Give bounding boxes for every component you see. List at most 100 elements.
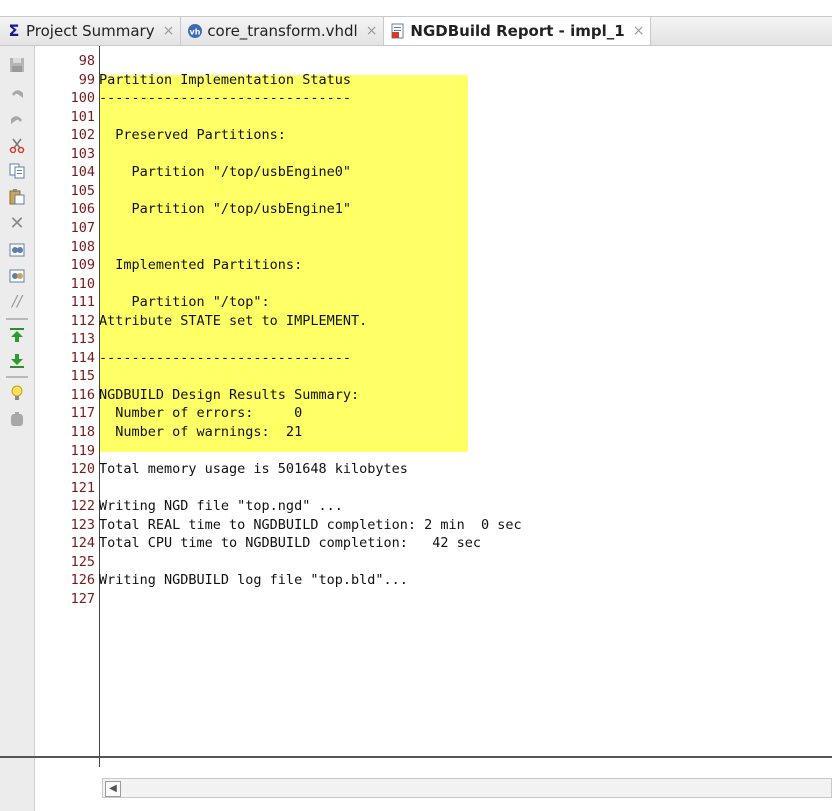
line-number: 106 (70, 201, 95, 218)
code-line: 112 Attribute STATE set to IMPLEMENT. (35, 311, 368, 329)
report-editor[interactable]: 98 99 Partition Implementation Status 100 --… (35, 46, 832, 811)
code-line: 113 (35, 329, 99, 347)
close-icon[interactable]: × (633, 23, 645, 39)
line-number: 124 (70, 535, 95, 552)
code-line: 122 Writing NGD file "top.ngd" ... (35, 496, 343, 514)
line-number: 116 (70, 386, 95, 403)
code-line: 100 ------------------------------- (35, 88, 351, 106)
line-text: Attribute STATE set to IMPLEMENT. (99, 312, 368, 329)
line-text: Writing NGDBUILD log file "top.bld"... (99, 572, 408, 589)
go-bottom-icon[interactable] (8, 352, 26, 370)
sigma-icon: Σ (8, 21, 20, 40)
paste-icon[interactable] (8, 188, 26, 206)
tab-label: Project Summary (26, 22, 155, 40)
line-number: 103 (70, 145, 95, 162)
code-line: 102 Preserved Partitions: (35, 125, 286, 143)
code-line: 118 Number of warnings: 21 (35, 422, 303, 440)
go-top-icon[interactable] (8, 326, 26, 344)
tab-core-transform[interactable]: vh core_transform.vhdl × (181, 17, 385, 45)
line-text: Preserved Partitions: (99, 127, 286, 144)
line-text: Number of errors: 0 (99, 405, 303, 422)
delete-icon[interactable]: ✕ (8, 213, 26, 234)
code-line: 98 (35, 51, 99, 69)
code-line: 119 (35, 441, 99, 459)
line-text: ------------------------------- (99, 349, 351, 366)
line-number: 125 (70, 553, 95, 570)
hint-icon[interactable] (8, 384, 26, 402)
line-number: 109 (70, 257, 95, 274)
line-text: Total CPU time to NGDBUILD completion: 4… (99, 535, 482, 552)
line-number: 115 (70, 368, 95, 385)
code-line: 116 NGDBUILD Design Results Summary: (35, 385, 359, 403)
line-number: 127 (70, 590, 95, 607)
line-number: 108 (70, 238, 95, 255)
undo-icon[interactable] (8, 84, 26, 102)
settings-icon[interactable] (8, 410, 26, 428)
tab-label: NGDBuild Report - impl_1 (410, 22, 625, 40)
line-number: 111 (70, 294, 95, 311)
code-line: 107 (35, 218, 99, 236)
editor-bottom-border (0, 756, 832, 758)
line-number: 98 (78, 53, 95, 69)
code-line: 120 Total memory usage is 501648 kilobyte… (35, 459, 408, 477)
editor-tab-bar: Σ Project Summary × vh core_transform.vh… (0, 0, 832, 46)
comment-icon[interactable]: // (8, 292, 26, 310)
line-number: 121 (70, 479, 95, 496)
scroll-left-icon[interactable]: ◀ (105, 781, 121, 797)
toolbar-separator (6, 376, 28, 378)
line-text: Partition Implementation Status (99, 71, 351, 88)
editor-toolbar: ✕ // (0, 46, 35, 811)
line-text: Total memory usage is 501648 kilobytes (99, 461, 408, 478)
code-line: 103 (35, 144, 99, 162)
line-number: 105 (70, 182, 95, 199)
tab-label: core_transform.vhdl (207, 22, 358, 40)
horizontal-scrollbar[interactable]: ◀ (102, 778, 832, 798)
line-number: 113 (70, 331, 95, 348)
code-line: 117 Number of errors: 0 (35, 403, 303, 422)
line-text: Implemented Partitions: (99, 257, 303, 274)
code-line: 104 Partition "/top/usbEngine0" (35, 162, 351, 180)
code-line: 121 (35, 478, 99, 496)
tab-ngdbuild-report[interactable]: NGDBuild Report - impl_1 × (384, 17, 652, 45)
close-icon[interactable]: × (163, 23, 175, 39)
line-number: 102 (70, 127, 95, 144)
line-number: 112 (70, 312, 95, 329)
tab-project-summary[interactable]: Σ Project Summary × (0, 17, 182, 45)
save-icon[interactable] (8, 56, 26, 74)
copy-icon[interactable] (8, 162, 26, 180)
line-number: 110 (70, 275, 95, 292)
line-number: 123 (70, 516, 95, 533)
line-text: Partition "/top": (99, 294, 270, 311)
line-number: 114 (70, 349, 95, 366)
code-line: 126 Writing NGDBUILD log file "top.bld"..… (35, 570, 408, 588)
line-text: ------------------------------- (99, 90, 351, 107)
line-number: 126 (70, 572, 95, 589)
code-line: 124 Total CPU time to NGDBUILD completion… (35, 533, 481, 551)
find-icon[interactable] (8, 240, 26, 258)
line-number: 100 (70, 90, 95, 107)
redo-icon[interactable] (8, 110, 26, 128)
find-replace-icon[interactable] (8, 266, 26, 284)
close-icon[interactable]: × (366, 23, 378, 39)
code-line: 101 (35, 107, 99, 125)
line-number: 117 (70, 405, 95, 422)
code-line: 109 Implemented Partitions: (35, 255, 303, 274)
code-line: 125 (35, 552, 99, 570)
vhdl-file-icon: vh (187, 23, 203, 39)
code-line: 114 ------------------------------- (35, 348, 351, 366)
code-line: 99 Partition Implementation Status (35, 70, 351, 88)
line-text: Total REAL time to NGDBUILD completion: … (99, 516, 522, 533)
tab-strip: Σ Project Summary × vh core_transform.vh… (0, 16, 832, 45)
line-text: NGDBUILD Design Results Summary: (99, 386, 360, 403)
line-number: 101 (70, 108, 95, 125)
code-line: 108 (35, 237, 99, 255)
line-text: Number of warnings: 21 (99, 424, 303, 440)
code-line: 105 (35, 181, 99, 199)
toolbar-separator (6, 318, 28, 320)
line-text: Partition "/top/usbEngine1" (99, 201, 351, 218)
line-number: 119 (70, 442, 95, 459)
code-line: 110 (35, 274, 99, 292)
svg-text:vh: vh (190, 28, 201, 37)
line-text: Writing NGD file "top.ngd" ... (99, 498, 343, 515)
cut-icon[interactable] (8, 136, 26, 154)
